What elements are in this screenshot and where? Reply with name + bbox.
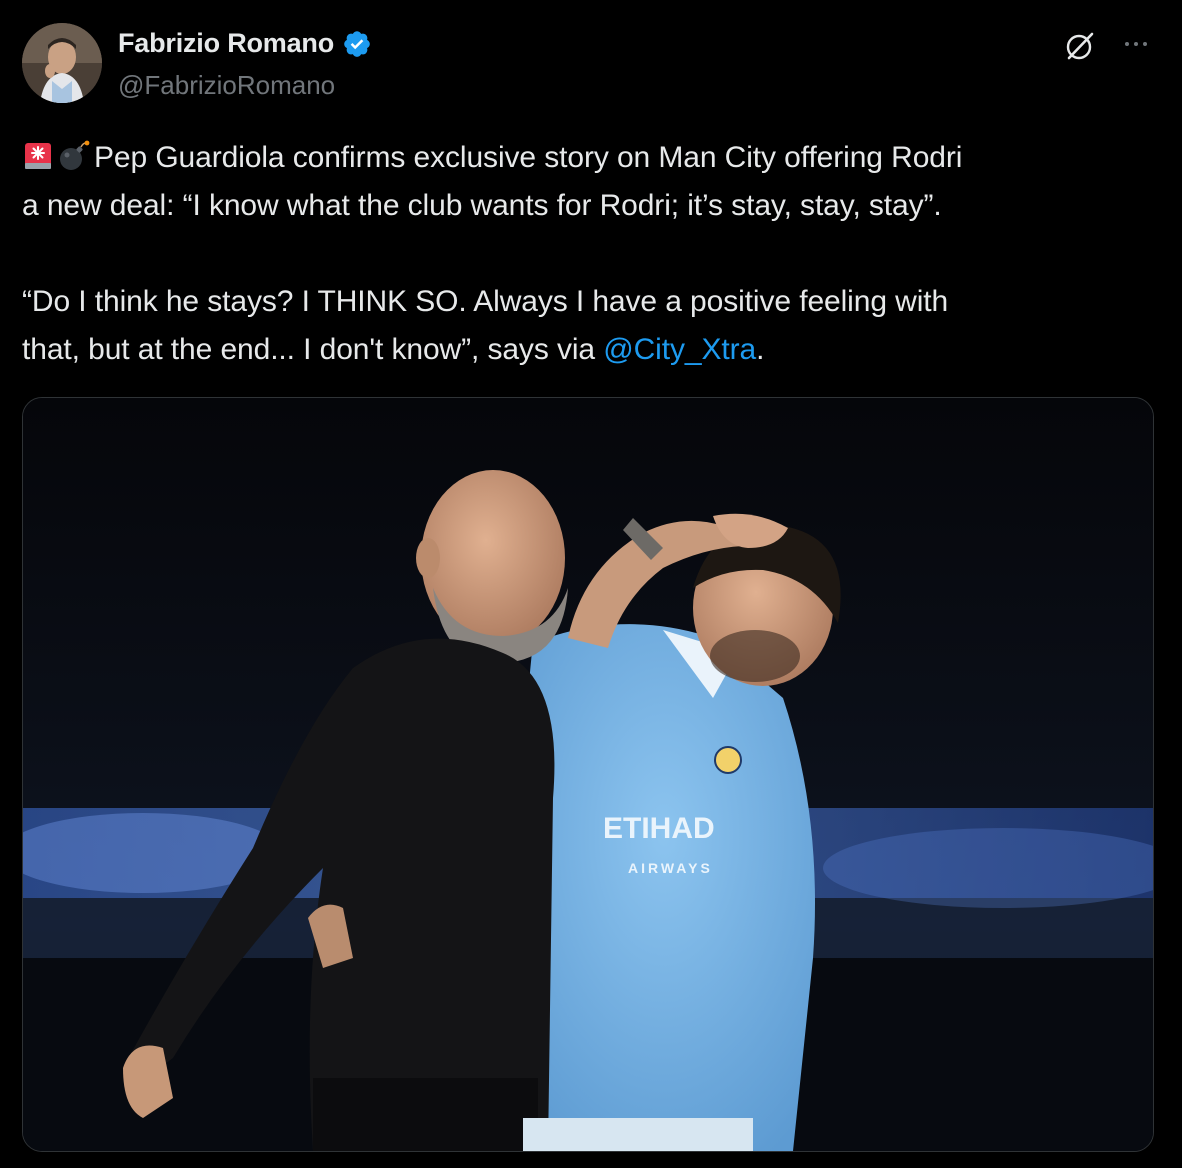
shirt-sponsor-sub: AIRWAYS [628,860,713,876]
tweet-line-4-text: that, but at the end... I don't know”, s… [22,333,604,366]
rotating-light-emoji [22,139,54,171]
shirt-sponsor: ETIHAD [603,812,715,845]
author-handle[interactable]: @FabrizioRomano [118,70,335,101]
tweet-line-1-text: Pep Guardiola confirms exclusive story o… [94,141,963,174]
photo-guardiola-rodri: ETIHAD AIRWAYS [23,398,1153,1151]
tweet-media-photo[interactable]: ETIHAD AIRWAYS [22,397,1154,1152]
more-dot [1125,42,1129,46]
more-dot [1143,42,1147,46]
tweet-line-3: “Do I think he stays? I THINK SO. Always… [22,285,949,318]
mention-link[interactable]: @City_Xtra [603,333,756,366]
tweet-card: Fabrizio Romano @FabrizioRomano Pep Guar… [0,0,1182,1168]
more-horizontal-icon[interactable] [1118,32,1154,56]
avatar[interactable] [22,23,102,103]
author-display-name[interactable]: Fabrizio Romano [118,28,334,59]
author-name-row: Fabrizio Romano [118,28,372,59]
grok-icon[interactable] [1062,28,1098,64]
tweet-line-1: Pep Guardiola confirms exclusive story o… [22,134,1162,182]
tweet-line-4: that, but at the end... I don't know”, s… [22,326,1162,374]
bomb-emoji [58,139,90,171]
tweet-line-4-end: . [756,333,765,366]
avatar-photo [22,23,102,103]
tweet-text: Pep Guardiola confirms exclusive story o… [22,134,1162,374]
tweet-line-2: a new deal: “I know what the club wants … [22,189,942,222]
more-dot [1134,42,1138,46]
verified-badge-icon[interactable] [342,29,372,59]
